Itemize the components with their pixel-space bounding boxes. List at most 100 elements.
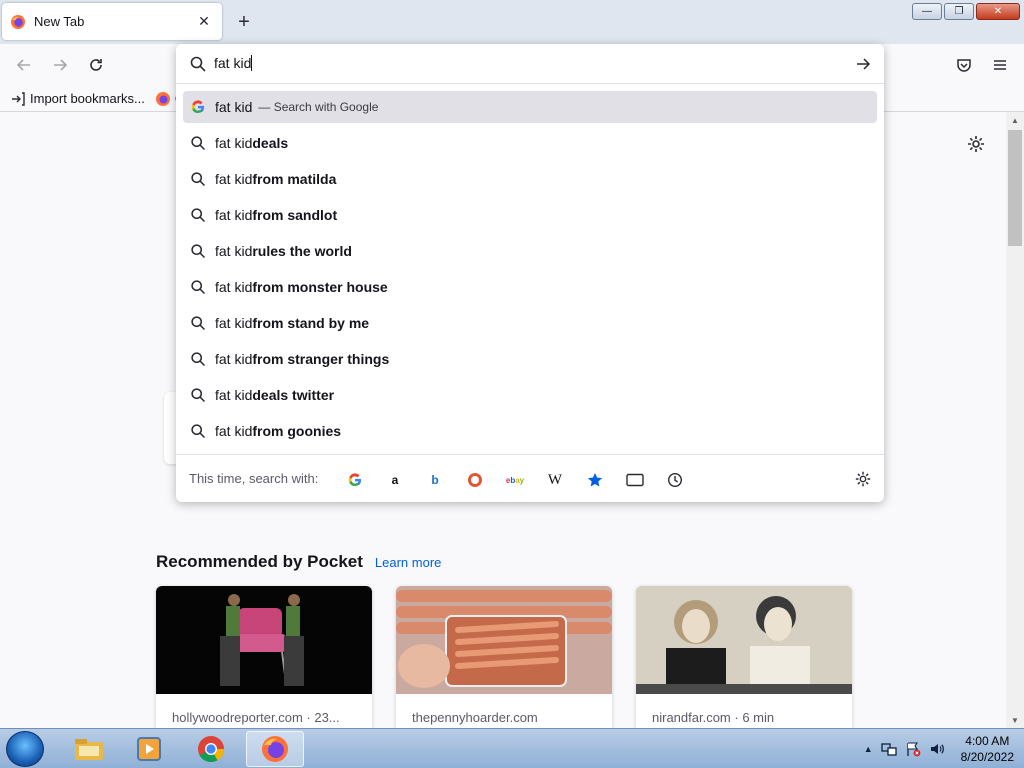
card-source: thepennyhoarder.com: [412, 710, 538, 725]
tab-strip: New Tab ✕ + — ❐ ✕: [0, 0, 1024, 44]
suggestion-row[interactable]: fat kid from goonies: [183, 415, 877, 447]
pocket-header: Recommended by Pocket Learn more: [156, 552, 441, 572]
close-window-button[interactable]: ✕: [976, 3, 1020, 20]
search-icon: [191, 316, 206, 331]
search-icon: [190, 56, 206, 72]
system-tray: ▲ 4:00 AM 8/20/2022: [864, 731, 1014, 767]
firefox-icon: [11, 14, 25, 29]
urlbar-value: fat kid: [214, 55, 252, 71]
maximize-button[interactable]: ❐: [944, 3, 974, 20]
suggestion-prefix: fat kid: [215, 135, 253, 151]
scroll-up-icon[interactable]: ▲: [1006, 112, 1024, 128]
go-arrow-icon[interactable]: [854, 55, 872, 73]
import-icon: [12, 91, 25, 106]
media-player-icon[interactable]: [120, 731, 178, 767]
suggestion-prefix: fat kid: [215, 351, 253, 367]
urlbar-input-row[interactable]: fat kid: [176, 44, 884, 84]
minimize-button[interactable]: —: [912, 3, 942, 20]
urlbar-input[interactable]: fat kid: [214, 55, 253, 71]
volume-icon[interactable]: [929, 741, 945, 757]
pocket-card[interactable]: nirandfar.com · 6 min: [636, 586, 852, 728]
clock-date: 8/20/2022: [960, 750, 1014, 764]
duckduckgo-icon[interactable]: [466, 471, 484, 489]
suggestion-prefix: fat kid: [215, 387, 253, 403]
suggestion-row[interactable]: fat kid from stranger things: [183, 343, 877, 375]
suggestion-completion: from stranger things: [252, 351, 390, 367]
firefox-icon: [155, 91, 170, 106]
suggestion-completion: from sandlot: [252, 207, 338, 223]
suggestion-completion: deals twitter: [252, 387, 335, 403]
tabs-icon[interactable]: [626, 471, 644, 489]
import-bookmarks-item[interactable]: Import bookmarks...: [10, 91, 145, 107]
page-scrollbar[interactable]: ▲ ▼: [1006, 112, 1024, 728]
one-off-label: This time, search with:: [189, 471, 319, 486]
suggestion-prefix: fat kid: [215, 279, 253, 295]
suggestion-row[interactable]: fat kid from monster house: [183, 271, 877, 303]
pocket-card[interactable]: thepennyhoarder.com: [396, 586, 612, 728]
wikipedia-icon[interactable]: W: [546, 471, 564, 489]
google-icon: [191, 100, 205, 114]
search-icon: [191, 424, 206, 439]
start-button[interactable]: [6, 731, 44, 767]
pocket-icon[interactable]: [954, 55, 974, 75]
suggestion-completion: from goonies: [252, 423, 342, 439]
search-icon: [191, 244, 206, 259]
clock-time: 4:00 AM: [965, 734, 1010, 748]
suggestion-row[interactable]: fat kid from sandlot: [183, 199, 877, 231]
menu-icon[interactable]: [990, 55, 1010, 75]
search-icon: [191, 136, 206, 151]
explorer-icon[interactable]: [60, 731, 118, 767]
bookmarks-star-icon[interactable]: [586, 471, 604, 489]
reload-icon[interactable]: [86, 55, 106, 75]
chrome-icon[interactable]: [182, 731, 240, 767]
new-tab-button[interactable]: +: [232, 10, 256, 34]
suggestion-row[interactable]: fat kid from matilda: [183, 163, 877, 195]
suggestion-completion: deals: [252, 135, 289, 151]
suggestion-prefix: fat kid: [215, 423, 253, 439]
settings-gear-icon[interactable]: [966, 134, 986, 154]
pocket-card[interactable]: hollywoodreporter.com · 23...: [156, 586, 372, 728]
search-icon: [191, 172, 206, 187]
history-icon[interactable]: [666, 471, 684, 489]
search-icon: [191, 352, 206, 367]
card-image: [156, 586, 372, 694]
network-icon[interactable]: [880, 741, 897, 757]
card-image: [396, 586, 612, 694]
suggestion-row[interactable]: fat kid — Search with Google: [183, 91, 877, 123]
suggestion-row[interactable]: fat kid deals twitter: [183, 379, 877, 411]
suggestion-completion: from matilda: [252, 171, 337, 187]
pocket-title: Recommended by Pocket: [156, 552, 363, 571]
windows-taskbar: ▲ 4:00 AM 8/20/2022: [0, 728, 1024, 768]
back-icon[interactable]: [14, 55, 34, 75]
google-icon[interactable]: [346, 471, 364, 489]
suggestion-prefix: fat kid: [215, 171, 253, 187]
tray-expand-icon[interactable]: ▲: [864, 744, 873, 754]
learn-more-link[interactable]: Learn more: [375, 555, 441, 570]
forward-icon[interactable]: [50, 55, 70, 75]
tab-new-tab[interactable]: New Tab ✕: [2, 3, 222, 40]
card-source: nirandfar.com · 6 min: [652, 710, 775, 725]
scroll-thumb[interactable]: [1008, 130, 1022, 246]
suggestion-row[interactable]: fat kid deals: [183, 127, 877, 159]
ebay-icon[interactable]: ebay: [506, 471, 524, 489]
suggestion-prefix: fat kid: [215, 207, 253, 223]
action-center-flag-icon[interactable]: [905, 741, 921, 757]
tab-title: New Tab: [34, 14, 85, 29]
suggestion-row[interactable]: fat kid from stand by me: [183, 307, 877, 339]
firefox-icon[interactable]: [246, 731, 304, 767]
tab-close-icon[interactable]: ✕: [194, 12, 214, 32]
search-icon: [191, 388, 206, 403]
suggestion-prefix: fat kid: [215, 99, 253, 115]
text-caret: [251, 55, 253, 71]
search-icon: [191, 280, 206, 295]
amazon-icon[interactable]: a: [386, 471, 404, 489]
suggestion-row[interactable]: fat kid rules the world: [183, 235, 877, 267]
import-bookmarks-label: Import bookmarks...: [30, 91, 145, 106]
bing-icon[interactable]: b: [426, 471, 444, 489]
scroll-down-icon[interactable]: ▼: [1006, 712, 1024, 728]
search-settings-gear-icon[interactable]: [854, 470, 872, 488]
window-controls: — ❐ ✕: [912, 3, 1020, 20]
suggestion-action: — Search with Google: [258, 100, 379, 114]
clock[interactable]: 4:00 AM 8/20/2022: [961, 733, 1014, 765]
suggestion-completion: rules the world: [252, 243, 352, 259]
